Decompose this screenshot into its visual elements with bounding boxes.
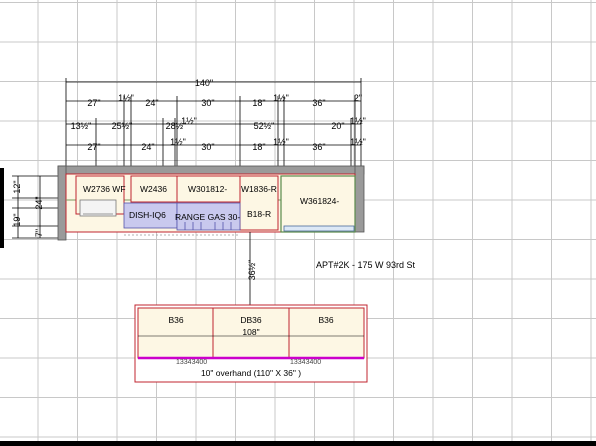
right-wall	[354, 165, 365, 233]
label-island-code2: 13343400	[290, 359, 321, 366]
label-w301812: W301812-	[188, 184, 227, 194]
dim-r1-1: 1½"	[118, 93, 134, 103]
dim-r2-3: 1½"	[181, 116, 197, 126]
top-dimensions: 140" 27" 1½" 24" 30" 18" 1½" 36" 2" 13½"…	[65, 78, 366, 168]
bottom-bar	[0, 441, 596, 446]
label-island-b36-2: B36	[318, 315, 333, 325]
label-island-b36-1: B36	[168, 315, 183, 325]
dim-left-24: 24"	[34, 196, 44, 209]
dim-r3-4: 18"	[252, 142, 265, 152]
dim-r1-5: 1½"	[273, 93, 289, 103]
dim-r3-7: 1½"	[350, 137, 366, 147]
dim-r1-3: 30"	[201, 98, 214, 108]
dim-r1-7: 2"	[354, 93, 362, 103]
dim-r2-5: 20"	[331, 121, 344, 131]
label-island-width: 108"	[242, 327, 259, 337]
dim-r3-1: 24"	[141, 142, 154, 152]
label-dish: DISH-IQ6	[129, 210, 166, 220]
dim-r1-4: 18"	[252, 98, 265, 108]
dim-left-12: 12"	[12, 180, 22, 193]
dim-r1-0: 27"	[87, 98, 100, 108]
dim-total: 140"	[195, 78, 213, 88]
label-b18r: B18-R	[247, 209, 271, 219]
dim-r3-5: 1½"	[273, 137, 289, 147]
label-island-db36: DB36	[240, 315, 262, 325]
left-dimensions: 12" 24" 19" 7"	[12, 175, 60, 239]
label-w2736: W2736 WF	[83, 184, 126, 194]
dim-r3-6: 36"	[312, 142, 325, 152]
dim-r2-4: 52½"	[254, 121, 275, 131]
label-w2436: W2436	[140, 184, 167, 194]
floor-plan: 140" 27" 1½" 24" 30" 18" 1½" 36" 2" 13½"…	[12, 78, 416, 383]
dim-r3-3: 30"	[201, 142, 214, 152]
island[interactable]: B36 DB36 B36 108" 13343400 13343400 10" …	[134, 304, 368, 383]
dim-r2-0: 13½"	[71, 121, 92, 131]
apt-label: APT#2K - 175 W 93rd St	[316, 260, 416, 270]
label-range: RANGE GAS 30-	[175, 212, 240, 222]
left-wall	[57, 165, 67, 241]
aisle-dimension: 36½"	[247, 232, 257, 305]
label-w1836r: W1836-R	[241, 184, 277, 194]
dim-r3-2: 1½"	[170, 137, 186, 147]
label-overhang: 10" overhand (110" X 36" )	[201, 368, 301, 378]
dim-r3-0: 27"	[87, 142, 100, 152]
dim-left-19: 19"	[12, 213, 22, 226]
dim-r2-6: 1½"	[350, 116, 366, 126]
label-w361824: W361824-	[300, 196, 339, 206]
dim-gap: 36½"	[247, 260, 257, 281]
label-island-code1: 13343400	[176, 359, 207, 366]
dim-r1-6: 36"	[312, 98, 325, 108]
dim-r1-2: 24"	[145, 98, 158, 108]
dim-left-7: 7"	[34, 229, 44, 237]
dim-r2-1: 25½"	[112, 121, 133, 131]
back-wall	[57, 165, 365, 175]
